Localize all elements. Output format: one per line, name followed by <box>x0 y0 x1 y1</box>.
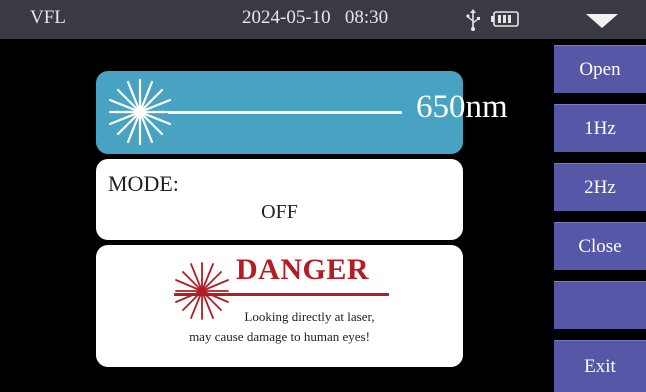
mode-label: MODE: <box>108 171 179 196</box>
danger-message-line1: Looking directly at laser, <box>244 309 375 324</box>
danger-message-line2: may cause damage to human eyes! <box>189 329 370 344</box>
open-button[interactable]: Open <box>554 45 646 93</box>
danger-warning-panel: DANGER Looking directly at laser, may ca… <box>96 245 463 367</box>
status-bar: VFL 2024-05-10 08:30 <box>0 0 646 39</box>
blank-button[interactable] <box>554 281 646 329</box>
exit-button[interactable]: Exit <box>554 340 646 392</box>
laser-burst-icon <box>108 78 172 146</box>
mode-panel: MODE: OFF <box>96 159 463 240</box>
vfl-screen: VFL 2024-05-10 08:30 650nm MODE: OFF DAN… <box>0 0 646 392</box>
danger-title: DANGER <box>236 253 370 286</box>
app-title: VFL <box>30 7 66 28</box>
2hz-button[interactable]: 2Hz <box>554 163 646 211</box>
laser-beam-line <box>168 111 402 114</box>
danger-underline <box>174 293 389 296</box>
wavelength-panel: 650nm <box>96 71 508 154</box>
usb-icon <box>466 9 480 31</box>
battery-icon <box>491 11 519 27</box>
close-button[interactable]: Close <box>554 222 646 270</box>
1hz-button[interactable]: 1Hz <box>554 104 646 152</box>
wavelength-value: 650nm <box>416 89 508 125</box>
date-time: 2024-05-10 08:30 <box>242 7 389 28</box>
mode-value: OFF <box>261 201 298 223</box>
dropdown-arrow-icon[interactable] <box>586 14 618 28</box>
